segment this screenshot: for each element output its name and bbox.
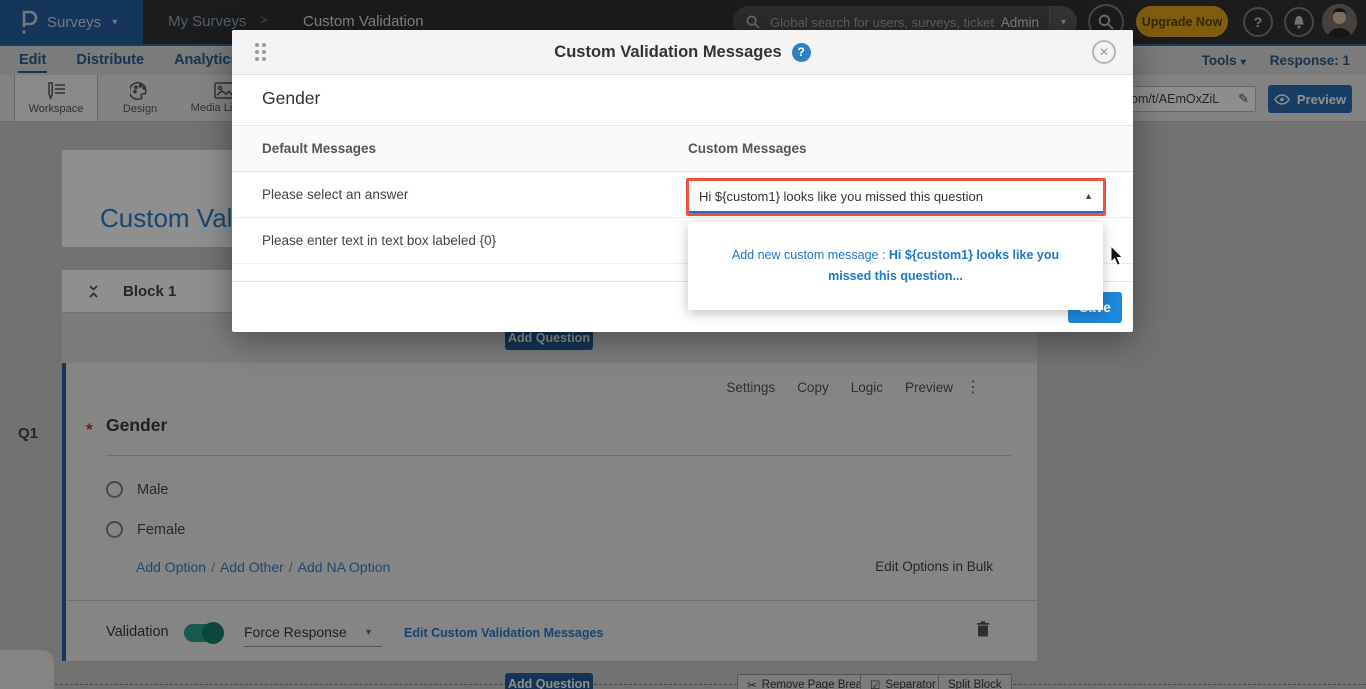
messages-table-header: Default Messages Custom Messages <box>232 125 1133 172</box>
app-screen: Surveys ▾ My Surveys > Custom Validation… <box>0 0 1366 689</box>
custom-message-value: Hi ${custom1} looks like you missed this… <box>699 189 1084 204</box>
column-default-messages: Default Messages <box>262 141 376 156</box>
add-new-custom-message-option[interactable]: Add new custom message : Hi ${custom1} l… <box>688 222 1103 310</box>
dropdown-option-prefix: Add new custom message : <box>732 248 889 262</box>
chevron-up-icon: ▲ <box>1084 191 1093 201</box>
modal-question-heading: Gender <box>262 88 320 109</box>
custom-validation-messages-modal: Custom Validation Messages ? ✕ Gender De… <box>232 30 1133 332</box>
custom-message-select-highlight: Hi ${custom1} looks like you missed this… <box>686 178 1106 216</box>
drag-handle-icon[interactable] <box>255 43 266 61</box>
default-message-text: Please select an answer <box>262 187 408 202</box>
modal-title: Custom Validation Messages <box>554 43 781 62</box>
modal-help-icon[interactable]: ? <box>792 43 811 62</box>
column-custom-messages: Custom Messages <box>688 141 807 156</box>
modal-close-button[interactable]: ✕ <box>1092 40 1116 64</box>
default-message-text: Please enter text in text box labeled {0… <box>262 233 496 248</box>
custom-message-select[interactable]: Hi ${custom1} looks like you missed this… <box>689 181 1103 213</box>
modal-header: Custom Validation Messages ? ✕ <box>232 30 1133 75</box>
close-icon: ✕ <box>1099 45 1109 59</box>
